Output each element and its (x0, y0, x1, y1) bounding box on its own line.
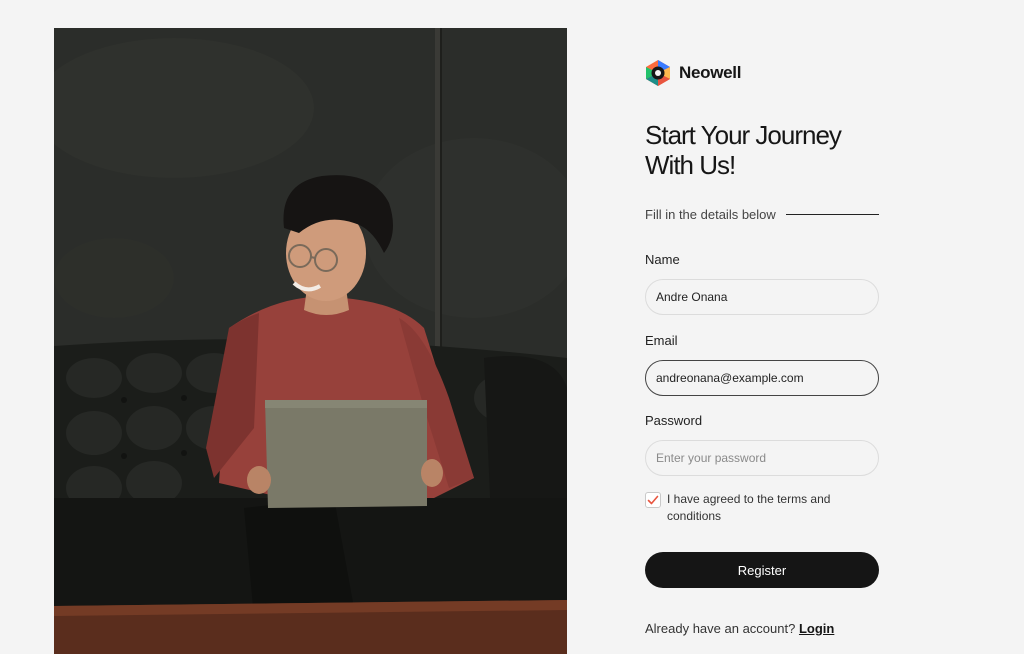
hero-photo (54, 28, 567, 654)
email-label: Email (645, 333, 678, 348)
terms-row: I have agreed to the terms and condition… (645, 491, 885, 525)
login-prompt-row: Already have an account? Login (645, 621, 834, 636)
subtitle-row: Fill in the details below (645, 207, 879, 222)
checkmark-icon (647, 495, 659, 505)
login-prompt: Already have an account? (645, 621, 796, 636)
name-field[interactable] (645, 279, 879, 315)
subtitle-divider (785, 214, 879, 215)
page-title: Start Your Journey With Us! (645, 120, 905, 180)
name-label: Name (645, 252, 680, 267)
register-button[interactable]: Register (645, 552, 879, 588)
email-field[interactable] (645, 360, 879, 396)
password-label: Password (645, 413, 703, 428)
title-line-1: Start Your Journey (645, 120, 842, 150)
terms-checkbox[interactable] (645, 492, 661, 508)
brand: Neowell (645, 59, 741, 87)
login-link[interactable]: Login (799, 621, 834, 636)
hexagon-logo-icon (646, 60, 670, 86)
terms-label: I have agreed to the terms and condition… (667, 492, 831, 523)
title-line-2: With Us! (645, 150, 736, 180)
brand-name: Neowell (679, 63, 742, 82)
password-field[interactable] (645, 440, 879, 476)
person-with-laptop-illustration (54, 28, 567, 654)
subtitle: Fill in the details below (645, 207, 776, 222)
